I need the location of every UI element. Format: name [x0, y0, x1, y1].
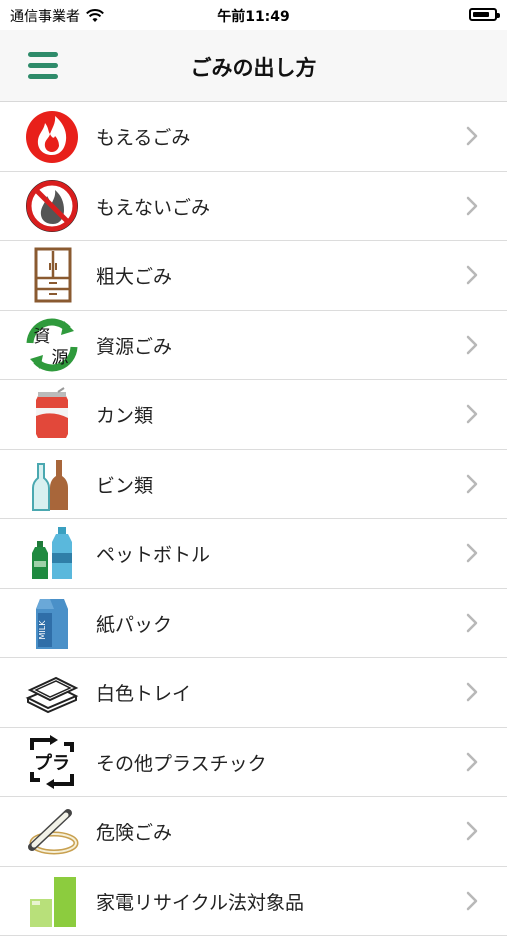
- list-item-label: ペットボトル: [96, 540, 210, 567]
- list-item-appliance-recycling[interactable]: 家電リサイクル法対象品: [0, 867, 507, 936]
- list-item-burnable[interactable]: もえるごみ: [0, 102, 507, 172]
- appliance-icon: [24, 873, 80, 929]
- list-item-hazardous[interactable]: 危険ごみ: [0, 797, 507, 867]
- list-item-other-plastics[interactable]: プラ その他プラスチック: [0, 728, 507, 798]
- pet-bottle-icon: [24, 525, 80, 581]
- no-burn-icon: [24, 178, 80, 234]
- food-tray-icon: [24, 664, 80, 720]
- list-item-label: もえるごみ: [96, 123, 190, 150]
- status-bar: 通信事業者 午前11:49: [0, 0, 507, 30]
- list-item-non-burnable[interactable]: もえないごみ: [0, 172, 507, 242]
- cabinet-icon: [24, 247, 80, 303]
- chevron-right-icon: [465, 752, 479, 772]
- list-item-label: もえないごみ: [96, 193, 210, 220]
- list-item-resources[interactable]: 資 源 資源ごみ: [0, 311, 507, 381]
- svg-text:MILK: MILK: [38, 619, 47, 639]
- svg-text:資: 資: [34, 327, 51, 347]
- list-item-white-trays[interactable]: 白色トレイ: [0, 658, 507, 728]
- battery-fill: [473, 12, 489, 17]
- flame-icon: [24, 108, 80, 164]
- chevron-right-icon: [465, 682, 479, 702]
- page-title: ごみの出し方: [0, 52, 507, 82]
- clock: 午前11:49: [0, 6, 507, 26]
- chevron-right-icon: [465, 613, 479, 633]
- garbage-category-list: もえるごみ もえないごみ: [0, 102, 507, 936]
- list-item-paper-carton[interactable]: MILK 紙パック: [0, 589, 507, 659]
- list-item-oversized[interactable]: 粗大ごみ: [0, 241, 507, 311]
- list-item-label: カン類: [96, 401, 153, 428]
- list-item-bottles[interactable]: ビン類: [0, 450, 507, 520]
- chevron-right-icon: [465, 821, 479, 841]
- chevron-right-icon: [465, 543, 479, 563]
- recycle-resources-icon: 資 源: [24, 317, 80, 373]
- milk-carton-icon: MILK: [24, 595, 80, 651]
- can-icon: [24, 386, 80, 442]
- list-item-label: 危険ごみ: [96, 818, 172, 845]
- chevron-right-icon: [465, 265, 479, 285]
- list-item-cans[interactable]: カン類: [0, 380, 507, 450]
- list-item-label: 白色トレイ: [96, 679, 191, 706]
- chevron-right-icon: [465, 196, 479, 216]
- svg-text:源: 源: [52, 348, 69, 368]
- chevron-right-icon: [465, 126, 479, 146]
- list-item-label: 家電リサイクル法対象品: [96, 888, 304, 915]
- list-item-label: 紙パック: [96, 610, 172, 637]
- list-item-label: その他プラスチック: [96, 749, 267, 776]
- chevron-right-icon: [465, 891, 479, 911]
- bottles-icon: [24, 456, 80, 512]
- svg-text:プラ: プラ: [34, 752, 70, 774]
- chevron-right-icon: [465, 335, 479, 355]
- list-item-pet-bottles[interactable]: ペットボトル: [0, 519, 507, 589]
- plastic-mark-icon: プラ: [24, 734, 80, 790]
- navigation-bar: ごみの出し方: [0, 30, 507, 102]
- chevron-right-icon: [465, 474, 479, 494]
- list-item-label: 粗大ごみ: [96, 262, 172, 289]
- fluorescent-tube-icon: [24, 803, 80, 859]
- list-item-label: 資源ごみ: [96, 332, 172, 359]
- chevron-right-icon: [465, 404, 479, 424]
- list-item-label: ビン類: [96, 471, 153, 498]
- battery-icon: [469, 8, 497, 21]
